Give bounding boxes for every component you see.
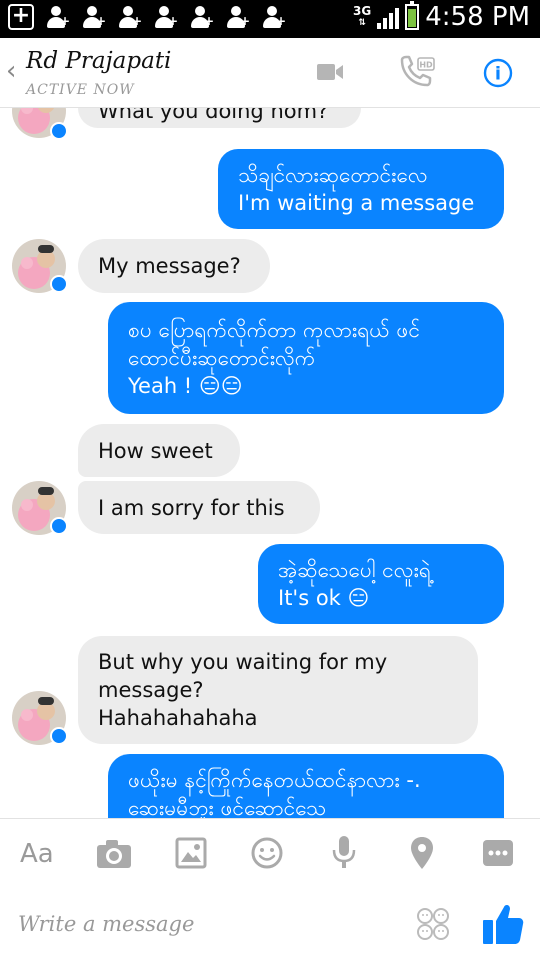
friend-request-icon: + bbox=[116, 4, 142, 30]
camera-icon[interactable] bbox=[96, 839, 132, 869]
message-bubble[interactable]: စပ ပြောရက်လိုက်တာ ကုလားရယ် ဖင် ထောင်ပီးဆ… bbox=[108, 302, 504, 414]
message-text: ဆေးမမီဘူး ဖင်ဆောင်သေ bbox=[128, 796, 327, 818]
messenger-badge-icon bbox=[50, 122, 68, 140]
friend-request-icon: + bbox=[152, 4, 178, 30]
message-text: How sweet bbox=[98, 439, 213, 463]
clock: 4:58 PM bbox=[425, 2, 530, 32]
message-bubble[interactable]: What you doing hom? bbox=[78, 108, 361, 128]
hd-badge: HD bbox=[419, 61, 433, 70]
message-text: I'm waiting a message bbox=[238, 191, 475, 215]
message-bubble[interactable]: အဲ့ဆိုသေပေါ့ ငလူးရဲ့ It's ok 😑 bbox=[258, 544, 504, 624]
composer bbox=[0, 888, 540, 960]
message-text: Yeah ! 😑😑 bbox=[128, 374, 243, 398]
message-text: My message? bbox=[98, 254, 241, 278]
more-icon[interactable] bbox=[482, 839, 514, 867]
message-input[interactable] bbox=[18, 906, 398, 942]
friend-request-icon: + bbox=[80, 4, 106, 30]
contact-name[interactable]: Rd Prajapati bbox=[26, 48, 171, 74]
message-text: ထောင်ပီးဆုတောင်းလိုက် bbox=[128, 346, 316, 370]
friend-request-icon: + bbox=[260, 4, 286, 30]
message-bubble[interactable]: ဖယိုးမ နင့်ကြိုက်နေတယ်ထင်နာလား -. ဆေးမမီ… bbox=[108, 754, 504, 818]
composer-toolbar: Aa bbox=[0, 818, 540, 888]
gallery-icon[interactable] bbox=[175, 837, 207, 869]
message-text: It's ok 😑 bbox=[278, 586, 370, 610]
message-bubble[interactable]: But why you waiting for my message? Haha… bbox=[78, 636, 478, 744]
message-text: စပ ပြောရက်လိုက်တာ ကုလားရယ် ဖင် bbox=[128, 318, 420, 342]
message-bubble[interactable]: How sweet bbox=[78, 424, 240, 477]
message-text: What you doing hom? bbox=[98, 108, 329, 123]
info-icon[interactable]: i bbox=[483, 58, 513, 88]
message-text: ဖယိုးမ နင့်ကြိုက်နေတယ်ထင်နာလား -. bbox=[128, 768, 421, 792]
network-type-indicator: 3G ⇅ bbox=[353, 4, 372, 28]
thumbs-up-icon[interactable] bbox=[482, 901, 524, 945]
friend-request-icon: + bbox=[44, 4, 70, 30]
notification-icons: + + + + + + + + bbox=[8, 4, 286, 30]
add-notification-icon: + bbox=[8, 4, 34, 30]
message-text: သိချင်လားဆုတောင်းလေ bbox=[238, 163, 428, 187]
message-text: I am sorry for this bbox=[98, 496, 285, 520]
text-format-button[interactable]: Aa bbox=[20, 839, 54, 869]
microphone-icon[interactable] bbox=[331, 835, 357, 871]
video-camera-icon[interactable] bbox=[316, 60, 344, 84]
message-bubble[interactable]: သိချင်လားဆုတောင်းလေ I'm waiting a messag… bbox=[218, 149, 504, 229]
message-text: message? bbox=[98, 678, 204, 702]
messenger-badge-icon bbox=[50, 727, 68, 745]
location-icon[interactable] bbox=[409, 835, 435, 871]
back-button[interactable]: ‹ bbox=[6, 56, 16, 86]
message-bubble[interactable]: My message? bbox=[78, 239, 270, 293]
messenger-badge-icon bbox=[50, 275, 68, 293]
message-text: Hahahahahaha bbox=[98, 706, 258, 730]
battery-icon bbox=[405, 1, 420, 30]
message-text: But why you waiting for my bbox=[98, 650, 388, 674]
info-glyph: i bbox=[495, 64, 501, 85]
signal-strength-icon bbox=[377, 5, 400, 29]
sticker-icon[interactable] bbox=[250, 836, 284, 870]
friend-request-icon: + bbox=[188, 4, 214, 30]
message-thread[interactable]: What you doing hom? သိချင်လားဆုတောင်းလေ … bbox=[0, 108, 540, 818]
message-text: အဲ့ဆိုသေပေါ့ ငလူးရဲ့ bbox=[278, 558, 431, 582]
friend-request-icon: + bbox=[224, 4, 250, 30]
message-bubble[interactable]: I am sorry for this bbox=[78, 481, 320, 534]
chevron-left-icon: ‹ bbox=[6, 56, 17, 86]
conversation-header: ‹ Rd Prajapati ACTIVE NOW HD i bbox=[0, 38, 540, 108]
messenger-badge-icon bbox=[50, 517, 68, 535]
status-bar: + + + + + + + + 3G ⇅ 4:58 PM bbox=[0, 0, 540, 38]
presence-status: ACTIVE NOW bbox=[26, 82, 135, 98]
emoji-sticker-icon[interactable] bbox=[416, 907, 450, 941]
phone-hd-icon[interactable]: HD bbox=[396, 52, 436, 92]
